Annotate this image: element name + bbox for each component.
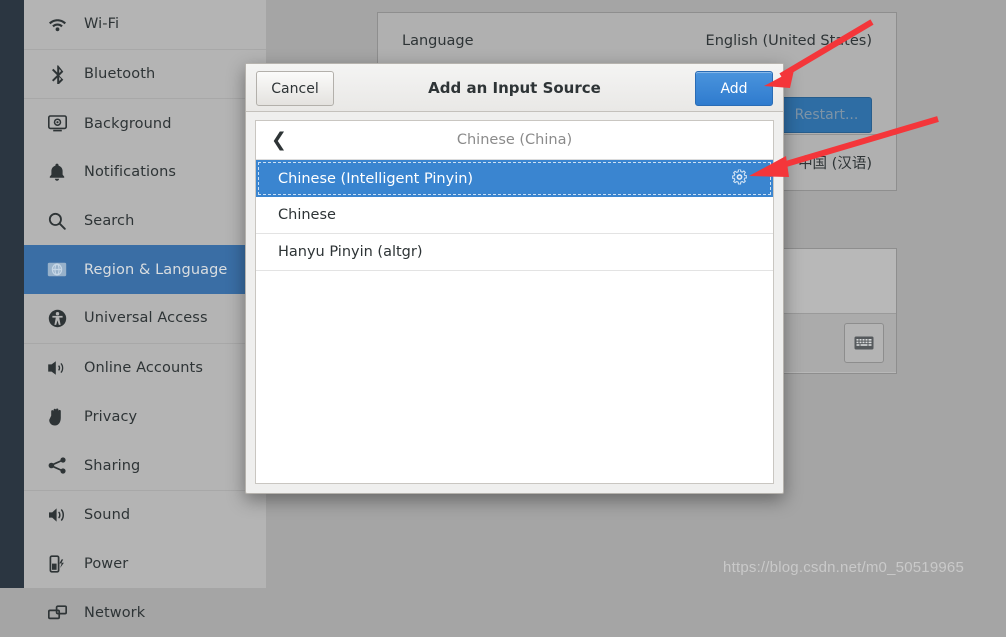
list-item[interactable]: Hanyu Pinyin (altgr) xyxy=(256,234,773,271)
sidebar-item-label: Universal Access xyxy=(84,310,208,327)
settings-sidebar: Wi-Fi Bluetooth Background Notifications Sea… xyxy=(24,0,266,621)
wifi-icon xyxy=(44,14,70,34)
sidebar-item-bluetooth[interactable]: Bluetooth xyxy=(24,50,266,99)
universal-access-icon xyxy=(44,308,70,328)
sidebar-item-label: Bluetooth xyxy=(84,66,156,83)
input-source-value: 中国 (汉语) xyxy=(798,156,872,172)
dialog-subtitle: Chinese (China) xyxy=(456,132,573,148)
sidebar-item-region-language[interactable]: Region & Language xyxy=(24,245,266,295)
sidebar-item-label: Wi-Fi xyxy=(84,16,120,33)
sidebar-item-search[interactable]: Search xyxy=(24,197,266,246)
sound-icon xyxy=(44,505,70,525)
sidebar-item-background[interactable]: Background xyxy=(24,99,266,148)
privacy-hand-icon xyxy=(44,407,70,427)
watermark-url: https://blog.csdn.net/m0_50519965 xyxy=(723,559,964,576)
desktop-left-edge xyxy=(0,0,24,588)
keyboard-icon-button[interactable] xyxy=(844,323,884,363)
bluetooth-icon xyxy=(44,64,70,84)
sharing-icon xyxy=(44,456,70,476)
sidebar-item-network[interactable]: Network xyxy=(24,588,266,637)
sidebar-item-sound[interactable]: Sound xyxy=(24,491,266,540)
sidebar-item-privacy[interactable]: Privacy xyxy=(24,393,266,442)
sidebar-item-universal-access[interactable]: Universal Access xyxy=(24,294,266,343)
dialog-subheader: ❮ Chinese (China) xyxy=(256,121,773,160)
sidebar-item-power[interactable]: Power xyxy=(24,540,266,589)
language-row[interactable]: Language English (United States) xyxy=(378,13,896,68)
sidebar-item-label: Notifications xyxy=(84,164,177,181)
background-icon xyxy=(44,114,70,134)
list-item-label: Chinese xyxy=(278,207,336,223)
sidebar-item-label: Search xyxy=(84,213,135,230)
bell-icon xyxy=(44,162,70,182)
dialog-header: Cancel Add an Input Source Add xyxy=(246,64,783,112)
sidebar-item-sharing[interactable]: Sharing xyxy=(24,441,266,490)
language-label: Language xyxy=(402,32,474,49)
gear-icon[interactable] xyxy=(731,168,748,188)
list-item-label: Hanyu Pinyin (altgr) xyxy=(278,244,423,260)
sidebar-item-label: Sound xyxy=(84,507,131,524)
add-button[interactable]: Add xyxy=(695,71,773,106)
sidebar-item-label: Network xyxy=(84,604,146,621)
sidebar-item-label: Power xyxy=(84,555,129,572)
language-value: English (United States) xyxy=(705,32,872,49)
list-item[interactable]: Chinese xyxy=(256,197,773,234)
sidebar-item-label: Sharing xyxy=(84,457,141,474)
list-item[interactable]: Chinese (Intelligent Pinyin) xyxy=(256,160,773,197)
chevron-left-icon[interactable]: ❮ xyxy=(266,121,292,159)
region-language-icon xyxy=(44,260,70,280)
power-battery-icon xyxy=(44,554,70,574)
sidebar-item-label: Region & Language xyxy=(84,261,228,278)
cancel-button[interactable]: Cancel xyxy=(256,71,334,106)
keyboard-icon xyxy=(854,336,874,350)
sidebar-item-notifications[interactable]: Notifications xyxy=(24,148,266,197)
input-source-list: Chinese (Intelligent Pinyin) Chinese Hanyu… xyxy=(256,160,773,271)
online-accounts-icon xyxy=(44,358,70,378)
restart-button[interactable]: Restart... xyxy=(781,97,872,133)
add-input-source-dialog: Cancel Add an Input Source Add ❮ Chinese… xyxy=(245,63,784,494)
sidebar-item-label: Background xyxy=(84,115,172,132)
dialog-body: ❮ Chinese (China) Chinese (Intelligent P… xyxy=(255,120,774,484)
sidebar-item-online-accounts[interactable]: Online Accounts xyxy=(24,344,266,393)
sidebar-item-wi-fi[interactable]: Wi-Fi xyxy=(24,0,266,49)
sidebar-item-label: Privacy xyxy=(84,408,138,425)
screen-root: Wi-Fi Bluetooth Background Notifications Sea… xyxy=(0,0,1006,621)
dialog-title: Add an Input Source xyxy=(428,78,601,97)
list-item-label: Chinese (Intelligent Pinyin) xyxy=(278,170,474,187)
network-icon xyxy=(44,603,70,623)
search-icon xyxy=(44,211,70,231)
sidebar-item-label: Online Accounts xyxy=(84,360,203,377)
